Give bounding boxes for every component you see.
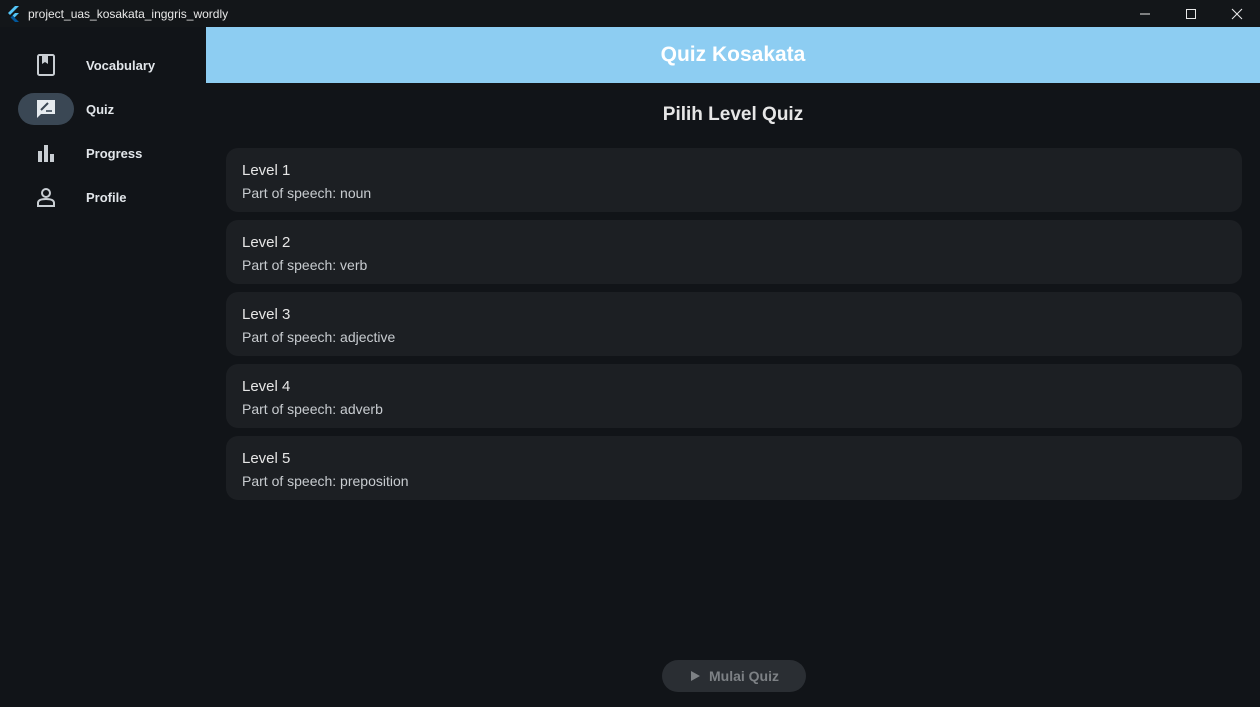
nav-label: Vocabulary xyxy=(86,57,156,73)
flutter-logo-icon xyxy=(8,5,19,22)
level-description: Part of speech: preposition xyxy=(242,473,409,489)
window-titlebar: project_uas_kosakata_inggris_wordly xyxy=(0,0,1260,27)
nav-item-quiz[interactable]: Quiz xyxy=(18,93,198,125)
bookmark-book-icon xyxy=(37,54,55,76)
nav-label: Progress xyxy=(86,145,143,161)
level-card-1[interactable]: Level 1 Part of speech: noun xyxy=(226,148,1242,212)
start-quiz-label: Mulai Quiz xyxy=(709,668,779,684)
level-card-4[interactable]: Level 4 Part of speech: adverb xyxy=(226,364,1242,428)
level-card-5[interactable]: Level 5 Part of speech: preposition xyxy=(226,436,1242,500)
level-name: Level 2 xyxy=(242,234,291,251)
main-content: Pilih Level Quiz Level 1 Part of speech:… xyxy=(206,83,1260,707)
maximize-icon xyxy=(1186,8,1196,19)
nav-item-profile[interactable]: Profile xyxy=(18,181,198,213)
play-icon xyxy=(691,671,700,681)
level-card-3[interactable]: Level 3 Part of speech: adjective xyxy=(226,292,1242,356)
app-bar: Quiz Kosakata xyxy=(206,27,1260,83)
nav-label: Profile xyxy=(86,189,127,205)
minimize-icon xyxy=(1140,13,1150,14)
nav-item-progress[interactable]: Progress xyxy=(18,137,198,169)
minimize-button[interactable] xyxy=(1122,0,1168,27)
page-title: Quiz Kosakata xyxy=(660,43,806,66)
level-description: Part of speech: adverb xyxy=(242,401,383,417)
level-card-2[interactable]: Level 2 Part of speech: verb xyxy=(226,220,1242,284)
level-description: Part of speech: verb xyxy=(242,257,368,273)
level-name: Level 4 xyxy=(242,378,291,395)
level-description: Part of speech: noun xyxy=(242,185,372,201)
close-icon xyxy=(1231,8,1243,19)
start-quiz-button[interactable]: Mulai Quiz xyxy=(662,660,806,692)
quiz-edit-icon xyxy=(37,100,55,118)
level-name: Level 5 xyxy=(242,450,291,467)
maximize-button[interactable] xyxy=(1168,0,1214,27)
nav-label: Quiz xyxy=(86,101,115,117)
navigation-rail: Vocabulary Quiz Progress Profile xyxy=(0,27,206,707)
level-description: Part of speech: adjective xyxy=(242,329,396,345)
bar-chart-icon xyxy=(38,145,54,162)
person-icon xyxy=(37,188,55,207)
window-title: project_uas_kosakata_inggris_wordly xyxy=(28,6,229,21)
section-title: Pilih Level Quiz xyxy=(662,104,804,125)
level-name: Level 3 xyxy=(242,306,291,323)
nav-item-vocabulary[interactable]: Vocabulary xyxy=(18,49,198,81)
level-name: Level 1 xyxy=(242,162,291,179)
close-button[interactable] xyxy=(1214,0,1260,27)
